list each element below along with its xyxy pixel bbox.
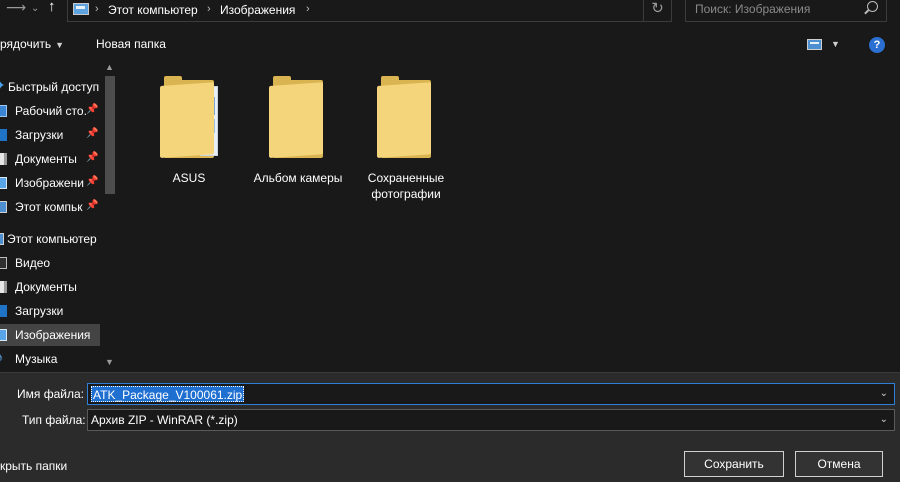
toolbar: рядочить ▼ Новая папка ▼ ? [0, 28, 900, 60]
filetype-select[interactable]: Архив ZIP - WinRAR (*.zip) ⌄ [87, 409, 895, 431]
address-bar-row: ⟶ ⌄ ↑ › Этот компьютер › Изображения › ⌄… [0, 0, 900, 26]
folder-icon [377, 76, 435, 158]
navigation-pane: ✦ Быстрый доступ Рабочий сто. 📌 Загрузки… [0, 62, 118, 372]
sidebar-item-label: Этот компьк [15, 200, 83, 214]
desktop-icon [0, 105, 7, 117]
pin-icon[interactable]: 📌 [86, 152, 98, 163]
sidebar-item-downloads[interactable]: Загрузки 📌 [0, 124, 100, 146]
refresh-button[interactable]: ↻ [643, 0, 671, 22]
folder-item-asus[interactable]: ASUS [134, 76, 244, 186]
sidebar-item-pictures[interactable]: Изображени 📌 [0, 172, 100, 194]
sidebar-item-label: Документы [15, 152, 77, 166]
address-box[interactable]: › Этот компьютер › Изображения › ⌄ [67, 0, 693, 22]
sidebar-item-pictures-pc[interactable]: Изображения [0, 324, 100, 346]
scroll-up-icon[interactable]: ▲ [105, 62, 114, 72]
organize-label: рядочить [0, 37, 52, 51]
folder-icon [160, 76, 218, 158]
sidebar-item-documents[interactable]: Документы 📌 [0, 148, 100, 170]
pc-icon [0, 233, 4, 245]
sidebar-item-label: Загрузки [15, 304, 64, 318]
sidebar-item-downloads-pc[interactable]: Загрузки [0, 300, 100, 322]
filetype-label: Тип файла: [22, 413, 86, 427]
pictures-icon [0, 329, 7, 341]
save-panel: Имя файла: ATK_Package_V100061.zip ⌄ Тип… [0, 372, 900, 482]
search-icon[interactable] [867, 1, 878, 12]
save-button[interactable]: Сохранить [684, 451, 784, 477]
sidebar-item-label: Быстрый доступ [8, 80, 100, 94]
hide-folders-toggle[interactable]: крыть папки [0, 459, 67, 473]
filetype-value: Архив ZIP - WinRAR (*.zip) [91, 413, 238, 427]
pin-icon[interactable]: 📌 [86, 200, 98, 211]
breadcrumb-chevron-icon[interactable]: › [95, 3, 99, 15]
filename-field[interactable]: ATK_Package_V100061.zip ⌄ [87, 383, 895, 405]
documents-icon [0, 153, 7, 165]
scrollbar-thumb[interactable] [105, 76, 115, 194]
sidebar-item-quick-access[interactable]: ✦ Быстрый доступ [0, 76, 100, 98]
chevron-down-icon[interactable]: ⌄ [880, 388, 888, 399]
video-icon [0, 257, 7, 269]
view-options-icon[interactable] [807, 39, 822, 50]
folder-label: Альбом камеры [253, 171, 343, 185]
sidebar-item-label: Изображения [15, 328, 91, 342]
caret-down-icon: ▼ [55, 40, 65, 50]
filename-value[interactable]: ATK_Package_V100061.zip [91, 386, 245, 402]
downloads-icon [0, 129, 7, 141]
breadcrumb-pictures[interactable]: Изображения [220, 3, 295, 17]
refresh-icon: ↻ [651, 0, 664, 17]
pin-icon[interactable]: 📌 [86, 104, 98, 115]
breadcrumb-this-pc[interactable]: Этот компьютер [108, 3, 198, 17]
file-list: ASUS Альбом камеры Сохраненные фотографи… [122, 62, 900, 372]
view-caret-down-icon[interactable]: ▼ [831, 39, 840, 49]
folder-label: ASUS [172, 171, 206, 185]
sidebar-item-music[interactable]: ♪ Музыка [0, 348, 100, 370]
sidebar-item-label: Видео [15, 256, 51, 270]
music-icon: ♪ [0, 350, 4, 365]
sidebar-item-label: Этот компьютер [7, 232, 97, 246]
pc-icon [0, 201, 7, 213]
pc-icon [73, 3, 89, 15]
navigation-scrollbar[interactable]: ▲ ▼ [102, 62, 118, 372]
pin-icon[interactable]: 📌 [86, 176, 98, 187]
sidebar-item-label: Документы [15, 280, 77, 294]
breadcrumb-chevron-icon[interactable]: › [207, 3, 211, 15]
filename-label: Имя файла: [17, 387, 84, 401]
back-arrow-icon[interactable]: ⟶ [6, 0, 26, 18]
sidebar-item-documents-pc[interactable]: Документы [0, 276, 100, 298]
search-input[interactable] [686, 0, 856, 21]
organize-button[interactable]: рядочить ▼ [0, 37, 64, 51]
breadcrumb-chevron-icon[interactable]: › [306, 3, 310, 15]
sidebar-item-label: Изображени [15, 176, 84, 190]
pictures-icon [0, 177, 7, 189]
sidebar-item-desktop[interactable]: Рабочий сто. 📌 [0, 100, 100, 122]
chevron-down-icon[interactable]: ⌄ [880, 414, 888, 425]
folder-item-saved-pictures[interactable]: Сохраненные фотографии [351, 76, 461, 202]
sidebar-item-label: Рабочий сто. [15, 104, 87, 118]
sidebar-item-label: Загрузки [15, 128, 64, 142]
folder-label: Сохраненные фотографии [367, 171, 445, 201]
up-arrow-icon[interactable]: ↑ [48, 0, 56, 18]
downloads-icon [0, 305, 7, 317]
folder-icon [269, 76, 327, 158]
cancel-button[interactable]: Отмена [795, 451, 883, 477]
help-icon[interactable]: ? [869, 37, 885, 53]
new-folder-button[interactable]: Новая папка [96, 37, 166, 51]
sidebar-item-this-pc[interactable]: Этот компьютер [0, 228, 100, 250]
sidebar-item-label: Музыка [15, 352, 58, 366]
pin-icon[interactable]: 📌 [86, 128, 98, 139]
search-box[interactable] [685, 0, 887, 22]
documents-icon [0, 281, 7, 293]
recent-locations-chevron-icon[interactable]: ⌄ [31, 2, 39, 20]
scroll-down-icon[interactable]: ▼ [105, 357, 114, 367]
star-icon: ✦ [0, 80, 6, 92]
sidebar-item-this-pc-pinned[interactable]: Этот компьк 📌 [0, 196, 100, 218]
sidebar-item-video[interactable]: Видео [0, 252, 100, 274]
folder-item-camera-roll[interactable]: Альбом камеры [243, 76, 353, 186]
